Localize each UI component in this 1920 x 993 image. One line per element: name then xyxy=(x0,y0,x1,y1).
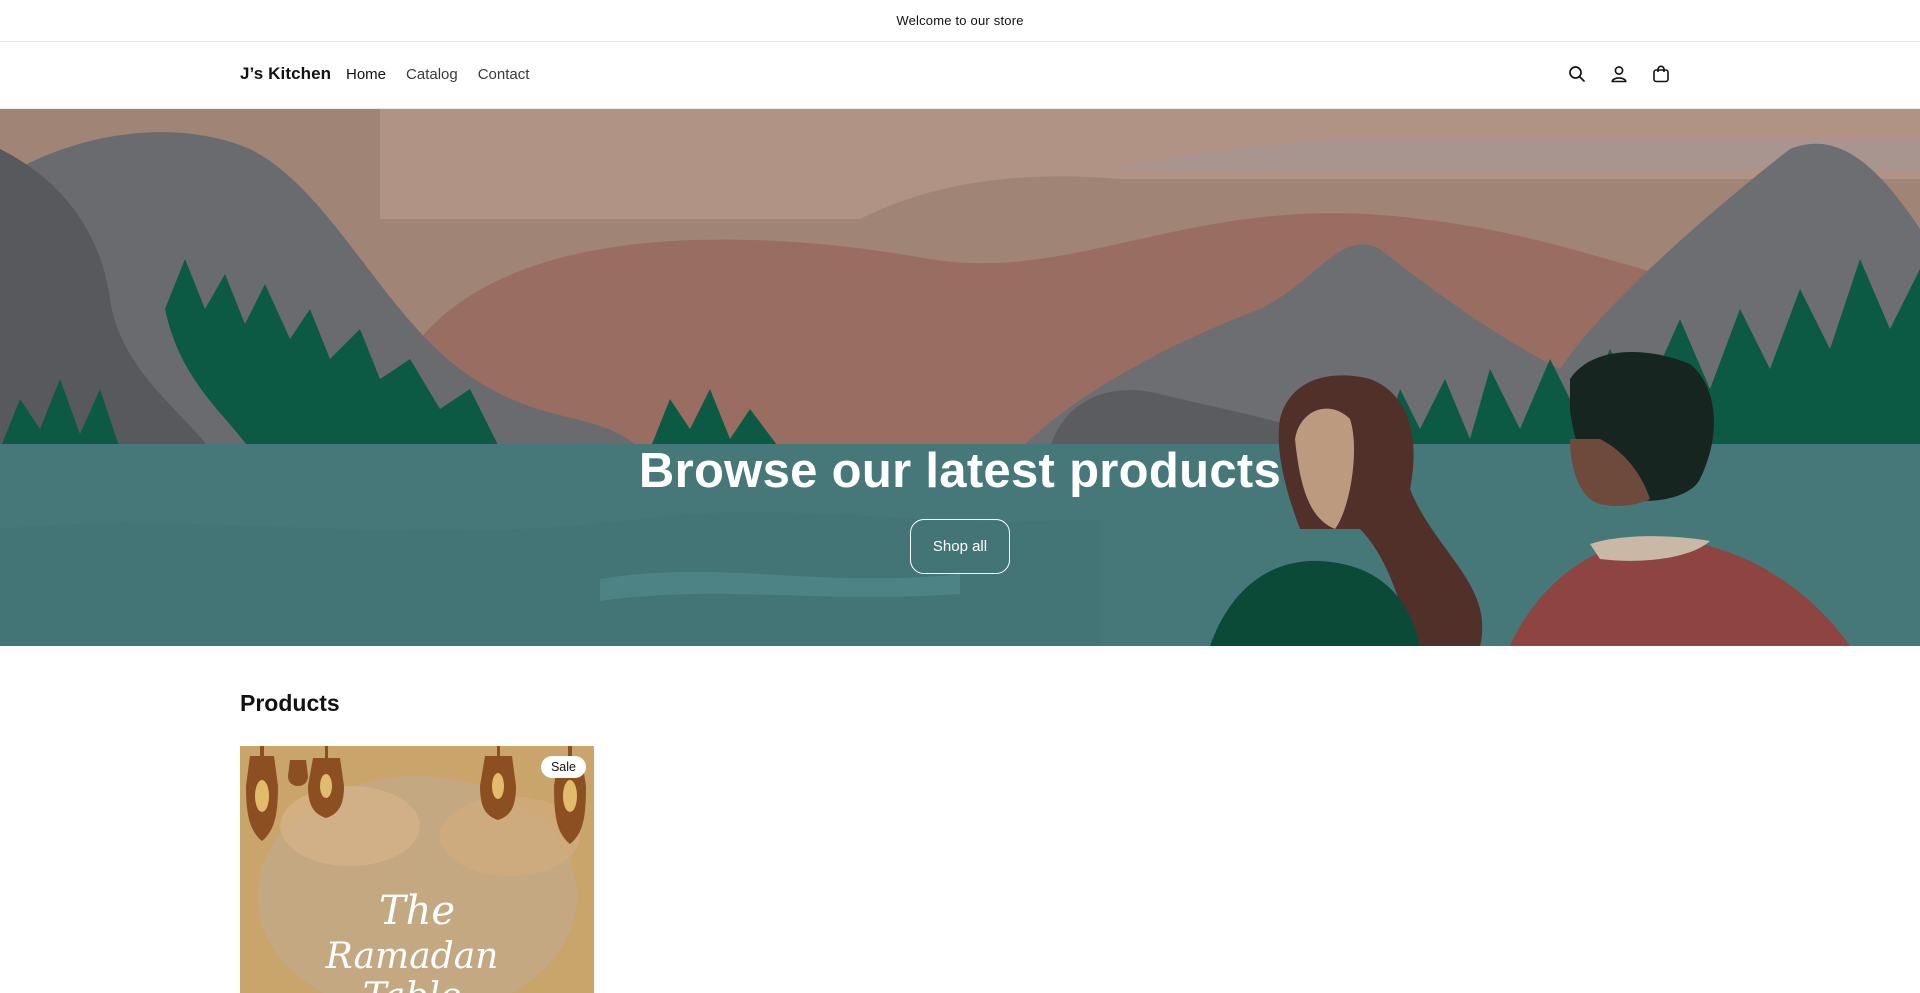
products-section: Products The Ramadan Table xyxy=(240,690,594,993)
header-icons xyxy=(1566,62,1672,86)
product-image-text-2: Ramadan xyxy=(325,936,499,977)
product-card[interactable]: The Ramadan Table Sale xyxy=(240,746,594,993)
hero-title: Browse our latest products xyxy=(638,444,1282,498)
cart-icon[interactable] xyxy=(1650,62,1672,86)
store-logo[interactable]: J’s Kitchen xyxy=(240,64,331,84)
sale-badge: Sale xyxy=(540,756,586,778)
main-nav: Home Catalog Contact xyxy=(346,66,529,83)
hero-content: Browse our latest products Shop all xyxy=(0,443,1920,574)
site-header: J’s Kitchen Home Catalog Contact xyxy=(0,42,1920,109)
product-image: The Ramadan Table xyxy=(240,746,594,993)
product-image-text-3: Table xyxy=(363,976,462,993)
nav-contact[interactable]: Contact xyxy=(478,66,530,83)
announcement-bar: Welcome to our store xyxy=(0,0,1920,42)
announcement-text: Welcome to our store xyxy=(896,13,1024,28)
products-heading: Products xyxy=(240,690,340,716)
nav-home[interactable]: Home xyxy=(346,66,386,83)
account-icon[interactable] xyxy=(1608,62,1630,86)
search-icon[interactable] xyxy=(1566,62,1588,86)
shop-all-button[interactable]: Shop all xyxy=(909,519,1011,574)
product-image-text-1: The xyxy=(379,888,455,934)
nav-catalog[interactable]: Catalog xyxy=(406,66,458,83)
hero-banner: Browse our latest products Shop all xyxy=(0,109,1920,646)
